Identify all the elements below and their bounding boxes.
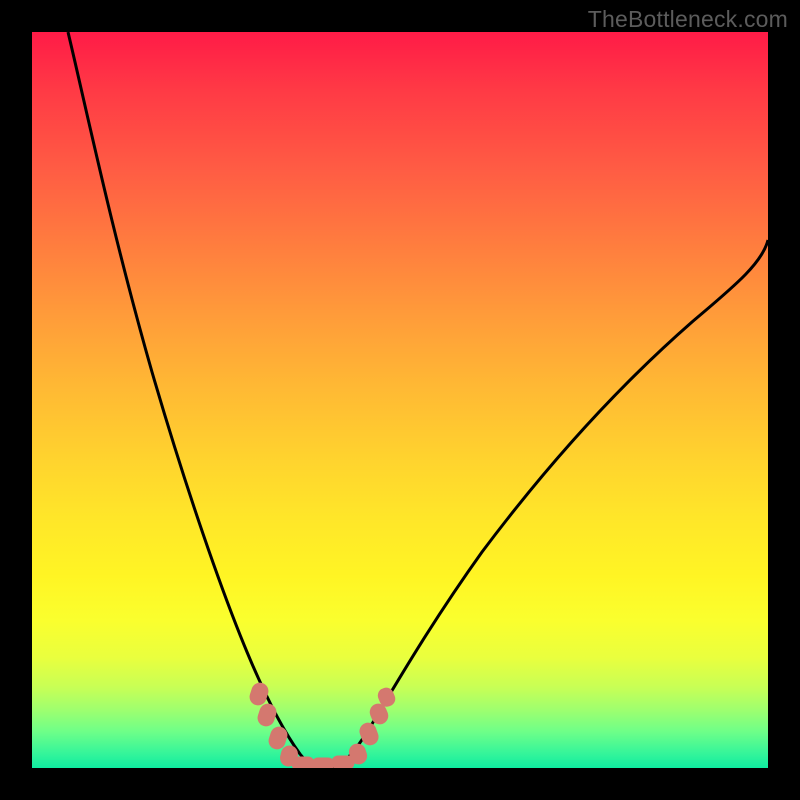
curve-layer (32, 32, 768, 768)
watermark-text: TheBottleneck.com (588, 6, 788, 33)
valley-markers (248, 681, 397, 768)
plot-area (32, 32, 768, 768)
right-curve (332, 240, 768, 768)
chart-frame: TheBottleneck.com (0, 0, 800, 800)
left-curve (68, 32, 320, 768)
